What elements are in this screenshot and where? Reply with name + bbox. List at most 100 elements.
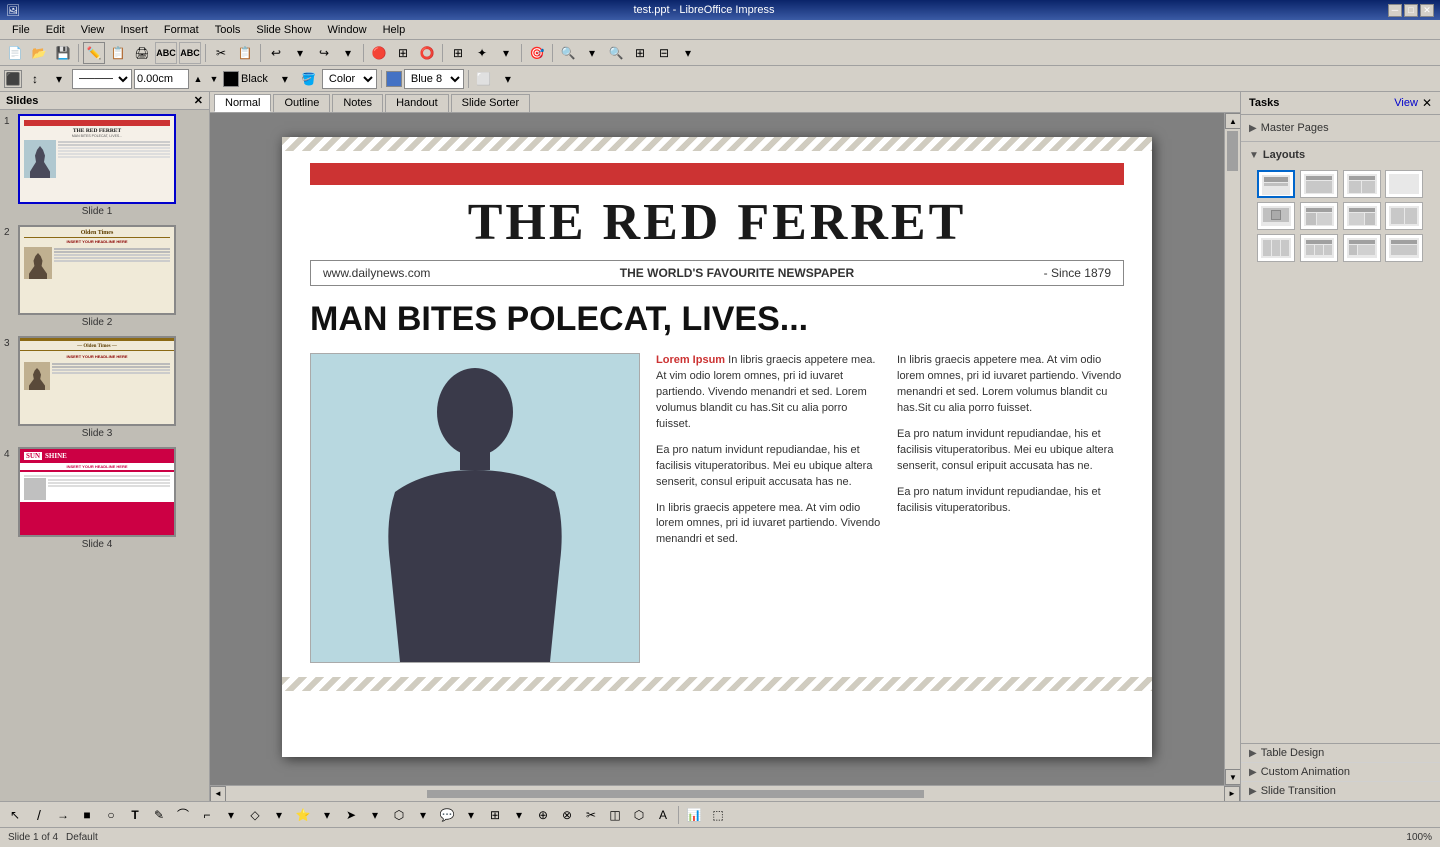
callout-btn[interactable]: 💬 — [436, 804, 458, 826]
slide-item-4[interactable]: 4 SUN SHINE INSERT YOUR HEADLINE HERE — [4, 447, 205, 550]
vertical-scrollbar[interactable]: ▲ ▼ — [1224, 113, 1240, 785]
menu-tools[interactable]: Tools — [207, 22, 249, 38]
tasks-view-label[interactable]: View — [1394, 97, 1418, 109]
size-input[interactable] — [134, 69, 189, 89]
align-btn[interactable]: ⊞ — [484, 804, 506, 826]
symbol-shapes-dropdown[interactable]: ▾ — [316, 804, 338, 826]
insert-chart-btn[interactable]: 📊 — [683, 804, 705, 826]
slide-item-1[interactable]: 1 THE RED FERRET MAN BITES POLECAT, LIVE… — [4, 114, 205, 217]
slides-close-button[interactable]: ✕ — [194, 94, 203, 107]
hscroll-right-btn[interactable]: ► — [1224, 786, 1240, 802]
chart-button[interactable]: 🔴 — [368, 42, 390, 64]
arrow-tool[interactable]: ↖ — [4, 804, 26, 826]
minimize-button[interactable]: ─ — [1388, 4, 1402, 17]
shadow-dropdown[interactable]: ▾ — [497, 68, 519, 90]
layouts-toggle[interactable]: ▼ Layouts — [1249, 146, 1432, 164]
menu-format[interactable]: Format — [156, 22, 207, 38]
tab-slide-sorter[interactable]: Slide Sorter — [451, 94, 530, 112]
circle-button[interactable]: ⭕ — [416, 42, 438, 64]
layout-cell-6[interactable] — [1300, 202, 1338, 230]
menu-slideshow[interactable]: Slide Show — [248, 22, 319, 38]
table-design-item[interactable]: ▶ Table Design — [1241, 744, 1440, 763]
layout-cell-3[interactable] — [1343, 170, 1381, 198]
scroll-track[interactable] — [1225, 129, 1240, 769]
align-dropdown[interactable]: ▾ — [508, 804, 530, 826]
tab-outline[interactable]: Outline — [273, 94, 330, 112]
layout-cell-5[interactable] — [1257, 202, 1295, 230]
line-arrow-btn[interactable]: ↕ — [24, 68, 46, 90]
scroll-down-button[interactable]: ▼ — [1225, 769, 1240, 785]
tab-notes[interactable]: Notes — [332, 94, 383, 112]
block-arrows-dropdown[interactable]: ▾ — [364, 804, 386, 826]
print-button[interactable]: 🖨 — [131, 42, 153, 64]
spellcheck-button1[interactable]: ABC — [155, 42, 177, 64]
slide-item-2[interactable]: 2 Olden Times INSERT YOUR HEADLINE HERE — [4, 225, 205, 328]
ellipse-tool[interactable]: ○ — [100, 804, 122, 826]
size-spin-up[interactable]: ▲ — [191, 68, 205, 90]
view2[interactable]: ⊟ — [653, 42, 675, 64]
view1[interactable]: ⊞ — [629, 42, 651, 64]
cut-button[interactable]: ✂ — [210, 42, 232, 64]
shadow-btn[interactable]: ⬜ — [473, 68, 495, 90]
menu-edit[interactable]: Edit — [38, 22, 73, 38]
layout-cell-4[interactable] — [1385, 170, 1423, 198]
menu-insert[interactable]: Insert — [112, 22, 156, 38]
slide-thumb-1[interactable]: THE RED FERRET MAN BITES POLECAT, LIVES.… — [18, 114, 176, 204]
undo-button[interactable]: ↩ — [265, 42, 287, 64]
scroll-thumb[interactable] — [1227, 131, 1238, 171]
hscroll-track[interactable] — [228, 790, 1222, 798]
menu-file[interactable]: File — [4, 22, 38, 38]
layout-cell-8[interactable] — [1385, 202, 1423, 230]
fontwork-btn[interactable]: A — [652, 804, 674, 826]
layout-cell-11[interactable] — [1343, 234, 1381, 262]
menu-window[interactable]: Window — [319, 22, 374, 38]
freehand-tool[interactable]: ✎ — [148, 804, 170, 826]
grid-button[interactable]: ⊞ — [447, 42, 469, 64]
zoom-in[interactable]: 🔍 — [557, 42, 579, 64]
curve-tool[interactable]: ⌒ — [172, 804, 194, 826]
copy-button[interactable]: 📋 — [234, 42, 256, 64]
target-button[interactable]: 🎯 — [526, 42, 548, 64]
slide-thumb-3[interactable]: — Olden Times — INSERT YOUR HEADLINE HER… — [18, 336, 176, 426]
view-dropdown[interactable]: ▾ — [677, 42, 699, 64]
line-style-btn[interactable]: ⬛ — [4, 70, 22, 88]
fill-color-select[interactable]: Blue 8 — [404, 69, 464, 89]
basic-shapes-dropdown[interactable]: ▾ — [268, 804, 290, 826]
open-button[interactable]: 📂 — [28, 42, 50, 64]
close-button[interactable]: ✕ — [1420, 4, 1434, 17]
maximize-button[interactable]: □ — [1404, 4, 1418, 17]
new-button[interactable]: 📄 — [4, 42, 26, 64]
flowchart-dropdown[interactable]: ▾ — [412, 804, 434, 826]
line-style-select[interactable]: ────── — [72, 69, 132, 89]
layout-cell-7[interactable] — [1343, 202, 1381, 230]
layout-cell-10[interactable] — [1300, 234, 1338, 262]
edit-button[interactable]: ✏️ — [83, 42, 105, 64]
line-arrow-dropdown[interactable]: ▾ — [48, 68, 70, 90]
text-tool[interactable]: T — [124, 804, 146, 826]
slide-thumb-4[interactable]: SUN SHINE INSERT YOUR HEADLINE HERE — [18, 447, 176, 537]
tab-handout[interactable]: Handout — [385, 94, 449, 112]
layout-cell-12[interactable] — [1385, 234, 1423, 262]
slide-item-3[interactable]: 3 — Olden Times — INSERT YOUR HEADLINE H… — [4, 336, 205, 439]
basic-shapes-btn[interactable]: ◇ — [244, 804, 266, 826]
custom-animation-item[interactable]: ▶ Custom Animation — [1241, 763, 1440, 782]
slide-transition-item[interactable]: ▶ Slide Transition — [1241, 782, 1440, 801]
shadow-toggle-btn[interactable]: ◫ — [604, 804, 626, 826]
slide-canvas-inner[interactable]: THE RED FERRET www.dailynews.com THE WOR… — [210, 113, 1224, 785]
layout-cell-2[interactable] — [1300, 170, 1338, 198]
pdf-button[interactable]: 📋 — [107, 42, 129, 64]
block-arrows-btn[interactable]: ➤ — [340, 804, 362, 826]
undo-dropdown[interactable]: ▾ — [289, 42, 311, 64]
zoom-out[interactable]: 🔍 — [605, 42, 627, 64]
table-button[interactable]: ⊞ — [392, 42, 414, 64]
paint-bucket[interactable]: 🪣 — [298, 68, 320, 90]
hscroll-thumb[interactable] — [427, 790, 924, 798]
zoom-dropdown[interactable]: ▾ — [581, 42, 603, 64]
toggle-extrude-btn[interactable]: ⬚ — [707, 804, 729, 826]
snap-dropdown[interactable]: ▾ — [495, 42, 517, 64]
tab-normal[interactable]: Normal — [214, 94, 271, 112]
rect-tool[interactable]: ■ — [76, 804, 98, 826]
layout-cell-1[interactable] — [1257, 170, 1295, 198]
hscroll-left-btn[interactable]: ◄ — [210, 786, 226, 802]
layout-cell-9[interactable] — [1257, 234, 1295, 262]
